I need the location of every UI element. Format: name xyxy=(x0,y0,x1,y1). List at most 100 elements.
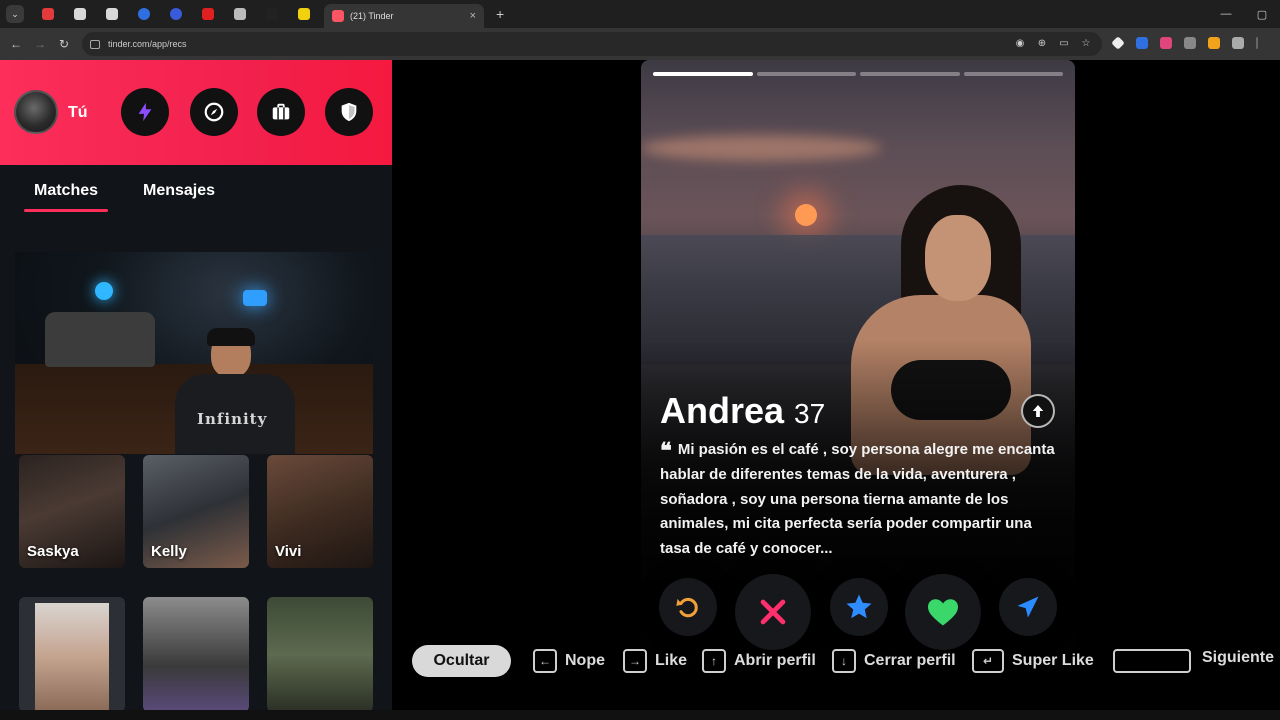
url-text: tinder.com/app/recs xyxy=(108,39,187,49)
cast-icon[interactable]: ▭ xyxy=(1058,38,1070,50)
profile-card[interactable]: Andrea 37 ❝ Mi pasión es el café , soy pe… xyxy=(641,60,1075,660)
pinned-tab[interactable] xyxy=(224,2,256,26)
tab-mensajes[interactable]: Mensajes xyxy=(143,182,215,200)
shortcut-open-profile: ↑ Abrir perfil xyxy=(702,649,816,673)
os-taskbar xyxy=(0,710,1280,720)
profile-name-row: Andrea 37 xyxy=(660,390,825,432)
match-card[interactable] xyxy=(19,597,125,712)
hide-shortcuts-button[interactable]: Ocultar xyxy=(412,645,511,677)
rewind-button[interactable] xyxy=(659,578,717,636)
my-profile-label[interactable]: Tú xyxy=(68,104,88,122)
nope-button[interactable] xyxy=(735,574,811,650)
photo-progress-segment[interactable] xyxy=(653,72,753,76)
explore-button[interactable] xyxy=(190,88,238,136)
sidebar: Tú Matches Mensajes Infinity Saskya Kell… xyxy=(0,60,392,720)
new-tab-button[interactable]: + xyxy=(496,6,504,22)
location-icon[interactable]: ◉ xyxy=(1014,38,1026,50)
shortcut-next: Siguiente xyxy=(1202,649,1275,666)
shortcut-super-like: ↵ Super Like xyxy=(972,649,1094,673)
work-mode-button[interactable] xyxy=(257,88,305,136)
match-card-kelly[interactable]: Kelly xyxy=(143,455,249,568)
sidebar-tabs: Matches Mensajes xyxy=(0,178,392,218)
active-tab-title: (21) Tinder xyxy=(350,11,394,21)
extension-icon[interactable] xyxy=(1184,37,1196,49)
reload-icon[interactable]: ↻ xyxy=(52,37,76,51)
profile-name: Andrea xyxy=(660,390,785,431)
tinder-favicon-icon xyxy=(332,10,344,22)
pinned-tab[interactable] xyxy=(32,2,64,26)
photo-progress-segment[interactable] xyxy=(756,72,856,76)
address-bar[interactable]: tinder.com/app/recs ◉ ⊕ ▭ ☆ xyxy=(82,32,1102,56)
pinned-tab[interactable] xyxy=(64,2,96,26)
lightning-icon xyxy=(138,102,152,122)
keyboard-shortcuts-bar: Ocultar ← Nope → Like ↑ Abrir perfil ↓ C… xyxy=(392,640,1280,682)
photo-progress-segment[interactable] xyxy=(963,72,1063,76)
pinned-tab[interactable] xyxy=(256,2,288,26)
compass-icon xyxy=(204,102,224,122)
bookmark-star-icon[interactable]: ☆ xyxy=(1080,38,1092,50)
match-card[interactable] xyxy=(267,597,373,712)
forward-arrow-icon[interactable]: → xyxy=(28,37,52,51)
like-button[interactable] xyxy=(905,574,981,650)
match-card-vivi[interactable]: Vivi xyxy=(267,455,373,568)
left-arrow-key-icon: ← xyxy=(533,649,557,673)
back-arrow-icon[interactable]: ← xyxy=(4,37,28,51)
avatar[interactable] xyxy=(14,90,58,134)
site-info-icon[interactable] xyxy=(90,39,100,49)
browser-toolbar: ← → ↻ tinder.com/app/recs ◉ ⊕ ▭ ☆ xyxy=(0,28,1280,60)
profile-age: 37 xyxy=(794,398,826,429)
super-like-button[interactable] xyxy=(830,578,888,636)
rewind-icon xyxy=(676,597,698,618)
extensions-puzzle-icon[interactable] xyxy=(1232,37,1244,49)
nope-icon xyxy=(760,599,786,625)
match-card-saskya[interactable]: Saskya xyxy=(19,455,125,568)
photo-progress-segment[interactable] xyxy=(860,72,960,76)
pinned-tab[interactable] xyxy=(160,2,192,26)
streamer: Infinity xyxy=(175,328,305,454)
shortcut-close-profile: ↓ Cerrar perfil xyxy=(832,649,956,673)
extensions xyxy=(1111,36,1258,50)
shortcut-nope: ← Nope xyxy=(533,649,605,673)
shortcut-like: → Like xyxy=(623,649,687,673)
boost-send-icon xyxy=(1017,596,1039,618)
pinned-tab[interactable] xyxy=(96,2,128,26)
space-key-icon xyxy=(1113,649,1191,673)
pinned-tabs xyxy=(32,2,320,26)
zoom-icon[interactable]: ⊕ xyxy=(1036,38,1048,50)
right-arrow-key-icon: → xyxy=(623,649,647,673)
pinned-tab[interactable] xyxy=(288,2,320,26)
match-name: Saskya xyxy=(27,543,79,560)
close-tab-icon[interactable]: × xyxy=(470,10,476,22)
match-card[interactable] xyxy=(143,597,249,712)
extension-icon[interactable] xyxy=(1136,37,1148,49)
browser-tab-bar: ⌄ (21) Tinder × + — ▢ xyxy=(0,0,1280,28)
open-profile-button[interactable] xyxy=(1021,394,1055,428)
bio-text: Mi pasión es el café , soy persona alegr… xyxy=(660,441,1055,557)
boost-button[interactable] xyxy=(999,578,1057,636)
pinned-tab[interactable] xyxy=(128,2,160,26)
safety-button[interactable] xyxy=(325,88,373,136)
active-tab[interactable]: (21) Tinder × xyxy=(324,4,484,28)
window-controls: — ▢ xyxy=(1208,0,1280,28)
quote-icon: ❝ xyxy=(660,438,672,464)
briefcase-icon xyxy=(272,103,290,120)
pinned-tab[interactable] xyxy=(192,2,224,26)
minimize-icon[interactable]: — xyxy=(1208,8,1244,20)
extension-icon[interactable] xyxy=(1111,36,1125,50)
match-name: Kelly xyxy=(151,543,187,560)
super-like-star-icon xyxy=(846,594,872,619)
boost-button[interactable] xyxy=(121,88,169,136)
divider xyxy=(1256,37,1258,49)
tab-matches[interactable]: Matches xyxy=(23,182,109,212)
profile-bio: ❝ Mi pasión es el café , soy persona aleg… xyxy=(660,438,1060,561)
recs-area: Andrea 37 ❝ Mi pasión es el café , soy pe… xyxy=(392,60,1280,720)
enter-key-icon: ↵ xyxy=(972,649,1004,673)
extension-icon[interactable] xyxy=(1208,37,1220,49)
maximize-icon[interactable]: ▢ xyxy=(1244,8,1280,21)
extension-icon[interactable] xyxy=(1160,37,1172,49)
tab-search-button[interactable]: ⌄ xyxy=(6,5,24,23)
webcam-overlay: Infinity xyxy=(15,252,373,454)
shirt-print: Infinity xyxy=(197,410,268,428)
photo-progress-bar xyxy=(653,72,1063,76)
sidebar-header: Tú xyxy=(0,60,392,165)
